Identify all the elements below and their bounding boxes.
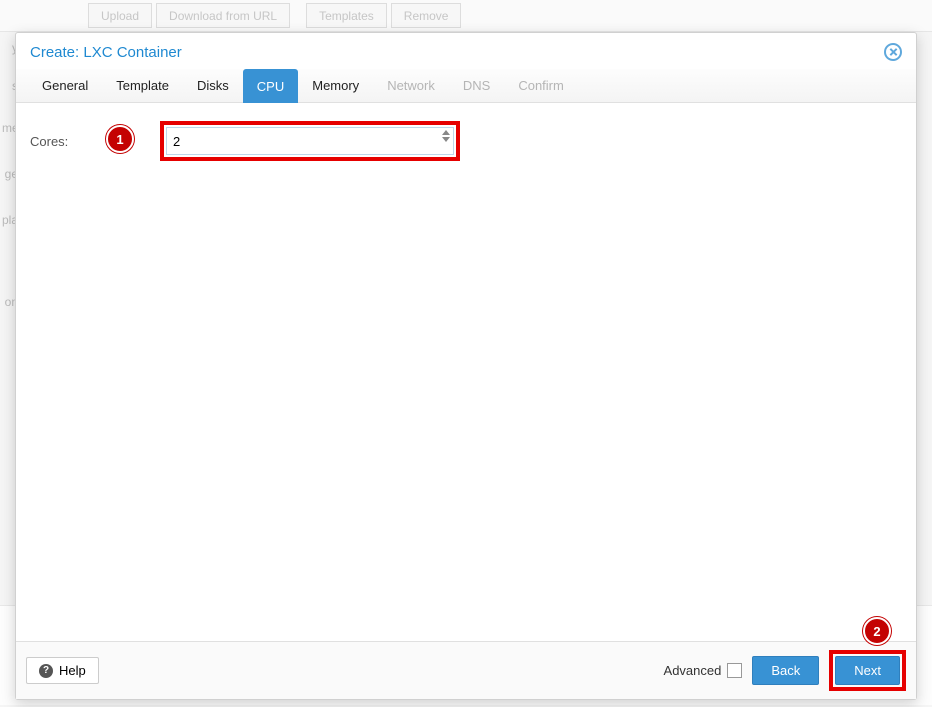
chevron-up-icon[interactable] [442,130,450,135]
cores-field-row: Cores: [28,121,904,161]
advanced-toggle[interactable]: Advanced [664,663,743,678]
wizard-tabs: General Template Disks CPU Memory Networ… [16,69,916,103]
bg-button: Download from URL [156,3,290,28]
cores-input[interactable] [166,127,454,155]
tab-memory[interactable]: Memory [298,69,373,102]
dialog-header: Create: LXC Container [16,33,916,69]
advanced-checkbox[interactable] [727,663,742,678]
bg-toolbar: Upload Download from URL Templates Remov… [0,0,932,32]
tab-dns: DNS [449,69,504,102]
advanced-label: Advanced [664,663,722,678]
cores-input-highlight [160,121,460,161]
annotation-marker-2: 2 [863,617,891,645]
dialog-footer: ? Help Advanced Back Next [16,641,916,699]
tab-disks[interactable]: Disks [183,69,243,102]
back-button[interactable]: Back [752,656,819,685]
help-label: Help [59,663,86,678]
cores-stepper[interactable] [442,130,450,142]
dialog-title: Create: LXC Container [30,44,182,61]
help-button[interactable]: ? Help [26,657,99,684]
tab-confirm: Confirm [504,69,578,102]
create-container-dialog: Create: LXC Container General Template D… [15,32,917,700]
cpu-panel: Cores: 1 [16,103,916,641]
cores-label: Cores: [28,134,160,149]
annotation-marker-1: 1 [106,125,134,153]
tab-template[interactable]: Template [102,69,183,102]
tab-cpu[interactable]: CPU [243,69,298,103]
bg-button: Templates [306,3,387,28]
tab-general[interactable]: General [28,69,102,102]
chevron-down-icon[interactable] [442,137,450,142]
tab-network: Network [373,69,449,102]
help-icon: ? [39,664,53,678]
next-button-highlight: Next [829,650,906,691]
bg-button: Upload [88,3,152,28]
close-icon[interactable] [884,43,902,61]
bg-button: Remove [391,3,462,28]
next-button[interactable]: Next [835,656,900,685]
